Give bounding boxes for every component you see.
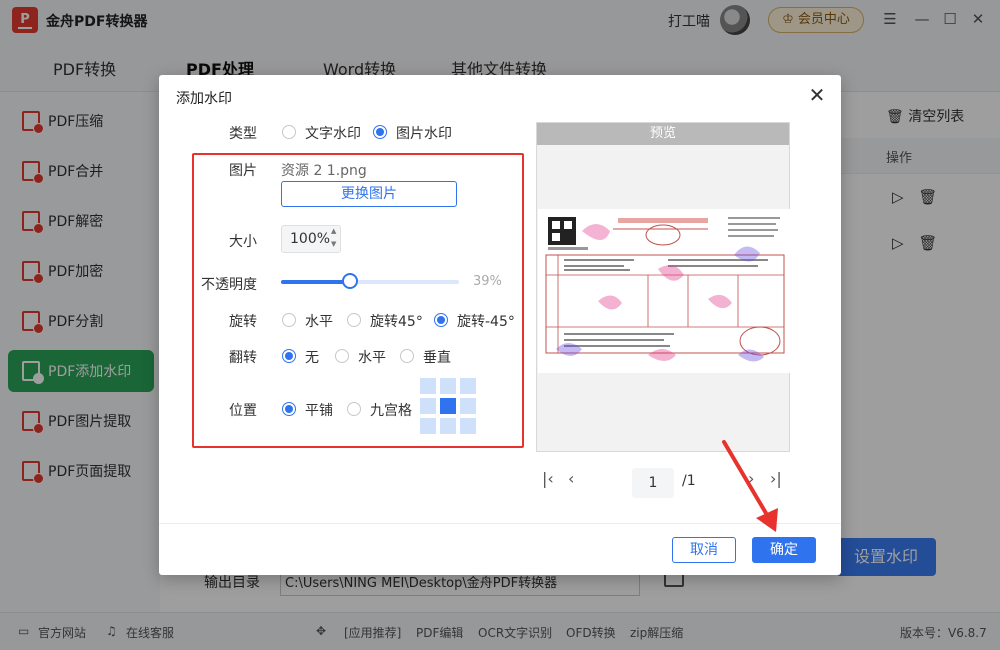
stepper-down-icon[interactable]: ▼ (331, 240, 336, 248)
opacity-slider-fill (281, 280, 351, 284)
radio-image-watermark[interactable] (373, 125, 387, 139)
radio-flip-horizontal[interactable] (335, 349, 349, 363)
type-label: 类型 (229, 126, 257, 142)
radio-rotate-45[interactable] (347, 313, 361, 327)
opacity-slider[interactable] (281, 280, 459, 284)
page-total: /1 (682, 473, 696, 489)
opacity-label: 不透明度 (201, 277, 257, 293)
size-label: 大小 (229, 234, 257, 250)
opacity-value: 39% (473, 274, 502, 289)
first-page-icon[interactable]: |‹ (542, 469, 554, 488)
close-icon[interactable]: ✕ (805, 83, 829, 107)
grid-cell-right[interactable] (460, 398, 476, 414)
preview-document-image (538, 209, 790, 373)
radio-rotate-minus-45[interactable] (434, 313, 448, 327)
image-label: 图片 (229, 163, 257, 179)
page-number-input[interactable]: 1 (632, 468, 674, 498)
red-arrow-annotation (722, 440, 778, 532)
change-image-button[interactable]: 更换图片 (281, 181, 457, 207)
radio-position-nine-grid-label[interactable]: 九宫格 (370, 400, 412, 420)
radio-text-watermark[interactable] (282, 125, 296, 139)
flip-label: 翻转 (229, 350, 257, 366)
preview-panel: 预览 (536, 122, 790, 452)
position-label: 位置 (229, 403, 257, 419)
ok-button[interactable]: 确定 (752, 537, 816, 563)
image-file-name: 资源 2 1.png (281, 163, 367, 179)
rotate-label: 旋转 (229, 314, 257, 330)
radio-rotate-minus-45-label[interactable]: 旋转-45° (457, 311, 515, 331)
dialog-title: 添加水印 (176, 91, 232, 107)
radio-text-watermark-label[interactable]: 文字水印 (305, 123, 361, 143)
grid-cell-bottom[interactable] (440, 418, 456, 434)
radio-position-tile[interactable] (282, 402, 296, 416)
radio-position-nine-grid[interactable] (347, 402, 361, 416)
radio-flip-none-label[interactable]: 无 (305, 347, 319, 367)
prev-page-icon[interactable]: ‹ (568, 469, 574, 488)
nine-grid-picker (420, 378, 476, 434)
radio-rotate-horizontal[interactable] (282, 313, 296, 327)
grid-cell-left[interactable] (420, 398, 436, 414)
stepper-up-icon[interactable]: ▲ (331, 227, 336, 235)
radio-flip-horizontal-label[interactable]: 水平 (358, 347, 386, 367)
radio-rotate-45-label[interactable]: 旋转45° (370, 311, 423, 331)
grid-cell-top-right[interactable] (460, 378, 476, 394)
grid-cell-bottom-right[interactable] (460, 418, 476, 434)
radio-image-watermark-label[interactable]: 图片水印 (396, 123, 452, 143)
cancel-button[interactable]: 取消 (672, 537, 736, 563)
grid-cell-top-left[interactable] (420, 378, 436, 394)
grid-cell-center[interactable] (440, 398, 456, 414)
grid-cell-bottom-left[interactable] (420, 418, 436, 434)
preview-title: 预览 (537, 123, 789, 145)
radio-flip-vertical[interactable] (400, 349, 414, 363)
radio-rotate-horizontal-label[interactable]: 水平 (305, 311, 333, 331)
grid-cell-top[interactable] (440, 378, 456, 394)
radio-flip-vertical-label[interactable]: 垂直 (423, 347, 451, 367)
radio-position-tile-label[interactable]: 平铺 (305, 400, 333, 420)
radio-flip-none[interactable] (282, 349, 296, 363)
